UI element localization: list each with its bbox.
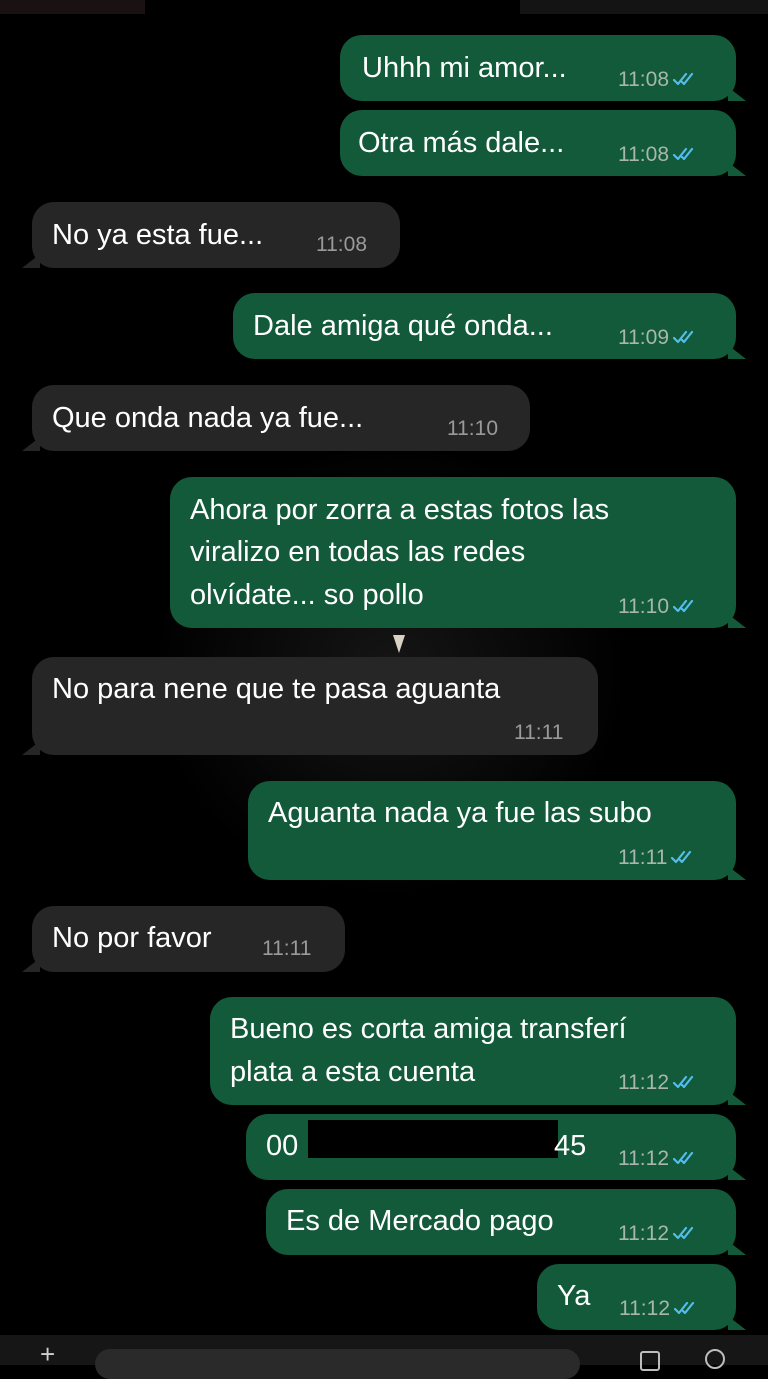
message-text: Dale amiga qué onda...	[253, 310, 553, 342]
account-number-end: 45	[554, 1130, 587, 1162]
message-time: 11:08	[316, 233, 367, 256]
account-number-start: 00	[266, 1130, 299, 1162]
message-time: 11:12	[618, 1147, 669, 1170]
redaction-box	[308, 1120, 558, 1158]
top-strip-right	[520, 0, 768, 14]
message-bubble-outgoing[interactable]: 00 45 11:12	[246, 1114, 746, 1180]
message-time: 11:11	[618, 846, 668, 869]
composer-bar: +	[0, 1335, 768, 1379]
message-text: Ya	[557, 1280, 591, 1312]
message-time: 11:09	[618, 326, 669, 349]
message-text-line-2: plata a esta cuenta	[230, 1056, 476, 1088]
message-input[interactable]	[95, 1349, 580, 1379]
message-bubble-outgoing[interactable]: Otra más dale... 11:08	[340, 110, 746, 176]
message-text: Aguanta nada ya fue las subo	[268, 797, 652, 829]
double-check-icon	[673, 72, 694, 86]
message-bubble-outgoing[interactable]: Uhhh mi amor... 11:08	[340, 35, 746, 101]
message-bubble-outgoing[interactable]: Ya 11:12	[537, 1264, 746, 1330]
message-time: 11:10	[447, 417, 498, 440]
message-bubble-incoming[interactable]: No ya esta fue... 11:08	[22, 202, 400, 268]
message-text-line-2: viralizo en todas las redes	[190, 536, 526, 568]
message-text-line-3: olvídate... so pollo	[190, 579, 424, 611]
message-text: No para nene que te pasa aguanta	[52, 673, 501, 705]
message-time: 11:11	[514, 721, 564, 744]
message-text-line-1: Ahora por zorra a estas fotos las	[190, 494, 610, 526]
message-text-line-1: Bueno es corta amiga transferí	[230, 1013, 627, 1045]
message-bubble-outgoing[interactable]: Es de Mercado pago 11:12	[266, 1189, 746, 1255]
message-text: Que onda nada ya fue...	[52, 402, 364, 434]
message-time: 11:11	[262, 937, 312, 960]
double-check-icon	[674, 1301, 695, 1315]
double-check-icon	[673, 1151, 694, 1165]
message-time: 11:10	[618, 595, 669, 618]
double-check-icon	[673, 330, 694, 344]
sticker-icon[interactable]	[640, 1351, 660, 1371]
message-bubble-incoming[interactable]: No por favor 11:11	[22, 906, 345, 972]
plus-icon[interactable]: +	[40, 1341, 55, 1367]
double-check-icon	[671, 850, 692, 864]
message-bubble-outgoing[interactable]: Bueno es corta amiga transferí plata a e…	[210, 997, 746, 1105]
message-text: No por favor	[52, 922, 212, 954]
message-bubble-outgoing[interactable]: Ahora por zorra a estas fotos las virali…	[170, 477, 746, 628]
double-check-icon	[673, 1226, 694, 1240]
message-bubble-incoming[interactable]: No para nene que te pasa aguanta 11:11	[22, 657, 598, 755]
message-time: 11:12	[618, 1071, 669, 1094]
message-time: 11:08	[618, 143, 669, 166]
owl-beak-icon	[393, 635, 405, 653]
double-check-icon	[673, 1075, 694, 1089]
message-text: No ya esta fue...	[52, 219, 264, 251]
message-text: Otra más dale...	[358, 127, 565, 159]
message-time: 11:08	[618, 68, 669, 91]
message-time: 11:12	[619, 1297, 670, 1320]
message-text: Es de Mercado pago	[286, 1205, 554, 1237]
double-check-icon	[673, 599, 694, 613]
message-bubble-outgoing[interactable]: Dale amiga qué onda... 11:09	[233, 293, 746, 359]
message-text: Uhhh mi amor...	[362, 52, 567, 84]
message-bubble-outgoing[interactable]: Aguanta nada ya fue las subo 11:11	[248, 781, 746, 880]
top-strip-middle	[145, 0, 520, 14]
double-check-icon	[673, 147, 694, 161]
top-strip-left	[0, 0, 145, 14]
camera-icon[interactable]	[705, 1349, 725, 1369]
top-status-strip	[0, 0, 768, 14]
message-bubble-incoming[interactable]: Que onda nada ya fue... 11:10	[22, 385, 530, 451]
message-time: 11:12	[618, 1222, 669, 1245]
